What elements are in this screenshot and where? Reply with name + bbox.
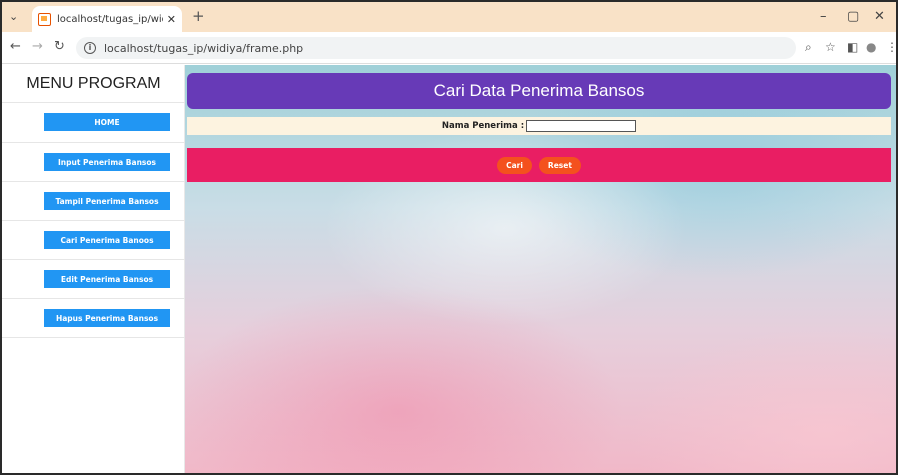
menu-sidebar: MENU PROGRAM HOME Input Penerima Bansos …	[2, 65, 185, 473]
menu-title: MENU PROGRAM	[26, 75, 161, 92]
kebab-menu-icon[interactable]: ⋮	[886, 40, 896, 54]
minimize-icon[interactable]: –	[820, 9, 827, 24]
forward-arrow-icon[interactable]: →	[32, 39, 43, 54]
url-text[interactable]: localhost/tugas_ip/widiya/frame.php	[104, 42, 303, 55]
tab-close-icon[interactable]: ✕	[167, 13, 176, 26]
nama-penerima-input[interactable]	[526, 120, 637, 132]
menu-item-edit: Edit Penerima Bansos	[2, 259, 185, 298]
search-label: Nama Penerima :	[441, 121, 525, 131]
content-frame: Cari Data Penerima Bansos Nama Penerima …	[185, 65, 896, 473]
new-tab-button[interactable]: +	[192, 7, 205, 25]
hapus-penerima-button[interactable]: Hapus Penerima Bansos	[44, 309, 170, 327]
menu-item-home: HOME	[2, 102, 185, 141]
browser-window: ⌄ localhost/tugas_ip/widiya/fram ✕ + – ▢…	[2, 2, 896, 473]
chevron-down-icon[interactable]: ⌄	[9, 10, 18, 23]
page-favicon-icon	[38, 12, 51, 26]
action-bar: Cari Reset	[187, 148, 891, 182]
menu-item-input: Input Penerima Bansos	[2, 142, 185, 181]
reset-button[interactable]: Reset	[538, 156, 581, 174]
back-arrow-icon[interactable]: ←	[10, 39, 21, 54]
cari-penerima-button[interactable]: Cari Penerima Banoos	[44, 231, 170, 249]
address-bar[interactable]: i localhost/tugas_ip/widiya/frame.php	[76, 37, 796, 59]
menu-divider	[2, 337, 185, 338]
search-form-row: Nama Penerima :	[187, 117, 891, 135]
close-icon[interactable]: ✕	[874, 9, 885, 24]
address-toolbar: ← → ↻ i localhost/tugas_ip/widiya/frame.…	[2, 32, 896, 64]
zoom-icon[interactable]: ⌕	[805, 40, 812, 55]
menu-item-hapus: Hapus Penerima Bansos	[2, 298, 185, 337]
restore-icon[interactable]: ▢	[847, 9, 859, 24]
home-button[interactable]: HOME	[44, 113, 170, 131]
browser-tab[interactable]: localhost/tugas_ip/widiya/fram ✕	[32, 6, 182, 32]
sidebar-icon[interactable]: ◧	[847, 40, 858, 54]
tab-bar: ⌄ localhost/tugas_ip/widiya/fram ✕ + – ▢…	[2, 2, 896, 32]
input-penerima-button[interactable]: Input Penerima Bansos	[44, 153, 170, 171]
menu-item-cari: Cari Penerima Banoos	[2, 220, 185, 259]
cari-button[interactable]: Cari	[497, 156, 532, 174]
menu-item-tampil: Tampil Penerima Bansos	[2, 181, 185, 220]
reload-icon[interactable]: ↻	[54, 39, 65, 54]
star-icon[interactable]: ☆	[825, 40, 836, 54]
site-info-icon[interactable]: i	[84, 42, 96, 54]
profile-icon[interactable]: ●	[866, 40, 876, 54]
page-frame: MENU PROGRAM HOME Input Penerima Bansos …	[2, 65, 896, 473]
page-title: Cari Data Penerima Bansos	[187, 73, 891, 109]
tampil-penerima-button[interactable]: Tampil Penerima Bansos	[44, 192, 170, 210]
edit-penerima-button[interactable]: Edit Penerima Bansos	[44, 270, 170, 288]
tab-title: localhost/tugas_ip/widiya/fram	[57, 13, 163, 25]
